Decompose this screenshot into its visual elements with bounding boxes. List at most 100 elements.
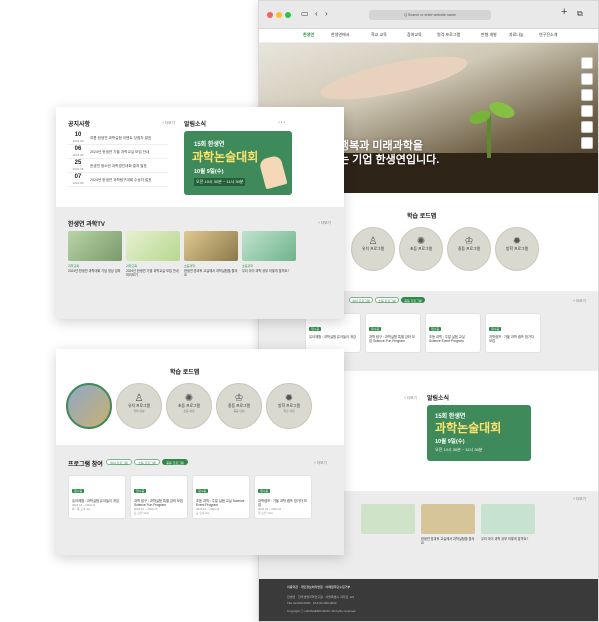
roadmap-icon: ♙ xyxy=(368,236,378,247)
notice-day: 10 xyxy=(74,132,82,138)
tv-more-link[interactable]: + 더보기 xyxy=(318,221,331,226)
nav-item-about[interactable]: 한생연에서.. xyxy=(331,32,352,38)
event-banner-bg[interactable]: 15회 한생연 과학논술대회 10월 9일(수) 오전 10시 30분 ~ 11… xyxy=(427,405,531,461)
tv-card-text-bg: 한생연 방과후 교실에서 과학실험을 즐겨요 xyxy=(421,537,475,546)
program-card-title: 유아체험 : 과학실험 유아놀이 개강 xyxy=(309,335,357,339)
minimize-window-button[interactable] xyxy=(276,12,282,18)
program-card-title: 초등 과학 : 주말 실험 교실 Science Event Program xyxy=(196,499,245,508)
quick-menu-button[interactable] xyxy=(581,57,593,69)
tab-elementary[interactable]: 초등 프로그램 xyxy=(134,459,160,465)
quick-menu-button[interactable] xyxy=(581,89,593,101)
roadmap-item-vacation[interactable]: ✹ 방학 프로그램 특강 과정 xyxy=(266,383,312,429)
banner-hand-illustration xyxy=(258,154,288,190)
tab-middle-bg[interactable]: 중등 프로그램 xyxy=(401,297,425,303)
roadmap-label: 유치 프로그램 xyxy=(361,247,384,251)
notice-text: 2024년 한생연 과학탐구대회 수상자 발표 xyxy=(90,178,152,182)
quick-menu-button[interactable] xyxy=(581,105,593,117)
roadmap-circle-bg[interactable]: ♙ 유치 프로그램 xyxy=(351,227,395,271)
tv-card[interactable]: 과학교육 2024년 한생연 가을 과학교실 모집 안내 미리보기 xyxy=(126,231,180,301)
program-card-title: 과학캠프 : 가을 과학 캠프 참가자 모집 xyxy=(258,499,307,508)
sidebar-toggle-icon[interactable]: ▭ xyxy=(301,8,309,20)
tab-elem-bg[interactable]: 초등 프로그램 xyxy=(375,297,399,303)
roadmap-photo[interactable] xyxy=(66,383,112,429)
footer-address: 한생연 · 한국생명과학연구원 · 서울특별시 과학로 123 xyxy=(287,595,355,599)
sparkle-icon: ✹ xyxy=(284,393,294,404)
notice-row[interactable]: 10 2024.09 여름 한생연 과학실험 이벤트 당첨자 발표 xyxy=(68,131,168,145)
program-status-badge: 접수중 xyxy=(196,489,209,493)
program-title: 프로그램 참여 xyxy=(68,462,103,468)
program-card-title: 초등 과학 : 주말 실험 교실 Science Event Program xyxy=(429,335,465,344)
tab-middle[interactable]: 중등 프로그램 xyxy=(162,459,188,465)
notice-more-link-bg[interactable]: + 더보기 xyxy=(404,396,417,401)
nav-item-school[interactable]: 학교 교육 xyxy=(371,32,387,38)
nav-item-participate[interactable]: 참여교육 xyxy=(407,32,422,38)
event-banner[interactable]: 15회 한생연 과학논술대회 10월 9일(수) 오전 10시 30분 ~ 11… xyxy=(184,131,292,195)
notice-more-link[interactable]: + 더보기 xyxy=(162,121,175,126)
tv-card[interactable]: 과학교육 2024년 한생연 과학대회 기념 영상 강좌 xyxy=(68,231,122,301)
program-card[interactable]: 접수중 유아체험 : 과학실험 유아놀이 개강 2024.10 ~ 2024.1… xyxy=(68,475,126,519)
notice-row[interactable]: 06 2024.09 2024년 한생연 가을 과학교실 모집 안내 xyxy=(68,145,168,159)
program-card[interactable]: 접수중 초등 과학 : 주말 실험 교실 Science Event Progr… xyxy=(192,475,250,519)
forward-icon[interactable]: › xyxy=(325,8,328,20)
roadmap-label: 초등 프로그램 xyxy=(409,247,432,251)
program-card-bg[interactable]: 접수중 유아체험 : 과학실험 유아놀이 개강 xyxy=(305,313,361,353)
program-card-bg[interactable]: 접수중 초등 과학 : 주말 실험 교실 Science Event Progra… xyxy=(425,313,481,353)
roadmap-item-kinder[interactable]: ♙ 유치 프로그램 유아 대상 xyxy=(116,383,162,429)
close-window-button[interactable] xyxy=(267,12,273,18)
quick-menu-button[interactable] xyxy=(581,73,593,85)
tv-thumbnail-bg[interactable] xyxy=(481,504,535,534)
quick-menu-button[interactable] xyxy=(581,121,593,133)
program-card-bg[interactable]: 접수중 과학캠프 : 가을 과학 캠프 참가자 모집 xyxy=(485,313,541,353)
footer-links[interactable]: 이용약관 · 개인정보처리방침 · 이메일무단수집거부 xyxy=(287,585,350,589)
site-footer: 이용약관 · 개인정보처리방침 · 이메일무단수집거부 한생연 · 한국생명과학… xyxy=(259,579,598,621)
nav-item-research[interactable]: 연구진소개 xyxy=(539,32,557,38)
nav-item-develop[interactable]: 판형 개발 xyxy=(481,32,497,38)
tv-card[interactable]: 초등과학 한생연 방과후 교실에서 과학실험을 즐겨요 xyxy=(184,231,238,301)
tab-kinder-bg[interactable]: 유아 프로그램 xyxy=(349,297,373,303)
roadmap-label: 중등 프로그램 xyxy=(457,247,480,251)
banner-line4: 오전 10시 30분 ~ 11시 30분 xyxy=(435,447,483,452)
tv-card-text: 2024년 한생연 가을 과학교실 모집 안내 미리보기 xyxy=(126,269,179,278)
roadmap-program-panel: 학습 로드맵 ♙ 유치 프로그램 유아 대상 ✺ 초등 프로그램 초등 대상 ♔… xyxy=(56,349,344,555)
roadmap-circle-bg[interactable]: ✺ 초등 프로그램 xyxy=(399,227,443,271)
program-card[interactable]: 접수중 과학 탐구 : 과학실험 특별 강좌 모집 Science Fun Pr… xyxy=(130,475,188,519)
new-tab-icon[interactable]: + xyxy=(561,6,567,18)
tv-more-link-bg[interactable]: + 더보기 xyxy=(573,497,586,502)
program-more-link-bg[interactable]: + 더보기 xyxy=(573,299,586,304)
address-bar[interactable]: Q Search or enter website name xyxy=(369,10,491,20)
roadmap-title-bg: 학습 로드맵 xyxy=(407,214,437,220)
notice-day: 06 xyxy=(74,146,82,152)
tv-card[interactable]: 초등과학 우리 아이 과학 공부 어떻게 할까요? xyxy=(242,231,296,301)
banner-line1: 15회 한생연 xyxy=(194,142,225,148)
footer-copyright: Copyright ⓒ HANSAENGYEON. All rights res… xyxy=(287,609,357,613)
program-card[interactable]: 접수중 과학캠프 : 가을 과학 캠프 참가자 모집 2024.10 ~ 202… xyxy=(254,475,312,519)
zoom-window-button[interactable] xyxy=(285,12,291,18)
program-card-time: 토 오후 2시 xyxy=(196,511,210,516)
alert-title: 알림소식 xyxy=(184,122,207,128)
roadmap-sub: 초등 대상 xyxy=(183,409,195,413)
tab-overview-icon[interactable]: ⧉ xyxy=(577,8,583,20)
tv-thumbnail-bg[interactable] xyxy=(421,504,475,534)
quick-menu-button[interactable] xyxy=(581,137,593,149)
program-card-bg[interactable]: 접수중 과학 탐구 : 과학실험 특별 강좌 모집 Science Fun Pro… xyxy=(365,313,421,353)
roadmap-circle-bg[interactable]: ✹ 방학 프로그램 xyxy=(495,227,539,271)
program-more-link[interactable]: + 더보기 xyxy=(314,461,327,466)
program-card-time: 화 · 목 오후 4시 xyxy=(72,507,91,512)
roadmap-item-elementary[interactable]: ✺ 초등 프로그램 초등 대상 xyxy=(166,383,212,429)
roadmap-circle-bg[interactable]: ♔ 중등 프로그램 xyxy=(447,227,491,271)
tv-thumbnail-bg[interactable] xyxy=(361,504,415,534)
site-logo[interactable]: 한생연 xyxy=(303,32,314,38)
notice-row[interactable]: 07 2024.08 2024년 한생연 과학탐구대회 수상자 발표 xyxy=(68,173,168,187)
alert-title-bg: 알림소식 xyxy=(427,396,450,402)
roadmap-title: 학습 로드맵 xyxy=(170,370,200,376)
back-icon[interactable]: ‹ xyxy=(315,8,318,20)
nav-item-resources[interactable]: 자료나눔 xyxy=(509,32,524,38)
tab-kinder[interactable]: 유아 프로그램 xyxy=(106,459,132,465)
alert-pager-dots[interactable]: ● ● ● xyxy=(278,120,285,124)
roadmap-item-middle[interactable]: ♔ 중등 프로그램 중등 대상 xyxy=(216,383,262,429)
notice-row[interactable]: 25 2024.08 한생연 청소년 과학경진대회 결과 발표 xyxy=(68,159,168,173)
banner-line3: 10월 9일(수) xyxy=(435,439,465,445)
nav-item-remote[interactable]: 원격 프로그램 xyxy=(437,32,460,38)
tv-card-text: 2024년 한생연 과학대회 기념 영상 강좌 xyxy=(68,269,121,273)
notice-year-month: 2024.08 xyxy=(72,181,84,185)
